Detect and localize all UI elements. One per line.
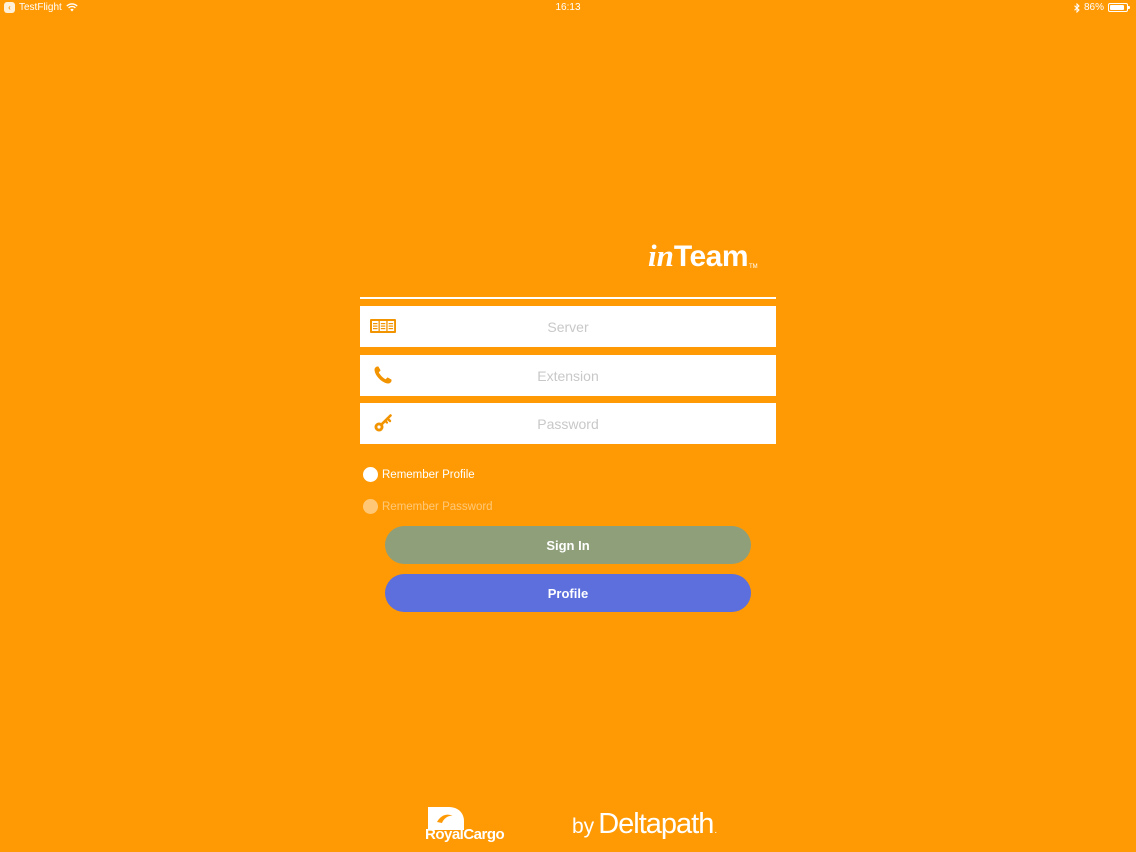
extension-field[interactable]	[360, 355, 776, 396]
status-bar: ‹ TestFlight 16:13 86%	[0, 0, 1136, 18]
logo-divider	[360, 297, 776, 299]
remember-profile-label: Remember Profile	[382, 468, 475, 481]
deltapath-dot: .	[714, 825, 718, 836]
remember-password-label: Remember Password	[382, 500, 493, 513]
inteam-logo: in Team TM	[648, 238, 758, 274]
server-rack-icon	[370, 314, 396, 338]
sign-in-button[interactable]: Sign In	[385, 526, 751, 564]
extension-input[interactable]	[360, 355, 776, 396]
remember-password-toggle[interactable]: Remember Password	[363, 499, 493, 514]
status-bar-right: 86%	[1074, 2, 1130, 13]
phone-icon	[370, 363, 396, 387]
server-field[interactable]	[360, 306, 776, 347]
logo-trademark: TM	[749, 264, 758, 270]
royalcargo-logo: RoyalCargo	[425, 806, 525, 846]
logo-in-text: in	[648, 238, 674, 273]
password-input[interactable]	[360, 403, 776, 444]
logo-team-text: Team	[673, 240, 749, 273]
by-text: by	[572, 815, 595, 838]
royalcargo-wordmark: RoyalCargo	[425, 826, 505, 843]
remember-profile-toggle[interactable]: Remember Profile	[363, 467, 475, 482]
battery-fill	[1110, 5, 1124, 10]
remember-password-radio[interactable]	[363, 499, 378, 514]
status-time: 16:13	[555, 2, 581, 13]
battery-percentage: 86%	[1083, 2, 1104, 13]
key-icon	[370, 411, 396, 435]
server-input[interactable]	[360, 306, 776, 347]
remember-profile-radio[interactable]	[363, 467, 378, 482]
deltapath-logo: by Deltapath .	[572, 808, 717, 841]
profile-button[interactable]: Profile	[385, 574, 751, 612]
battery-icon	[1108, 3, 1130, 12]
password-field[interactable]	[360, 403, 776, 444]
bluetooth-icon	[1074, 2, 1080, 13]
deltapath-wordmark: Deltapath	[598, 808, 714, 840]
